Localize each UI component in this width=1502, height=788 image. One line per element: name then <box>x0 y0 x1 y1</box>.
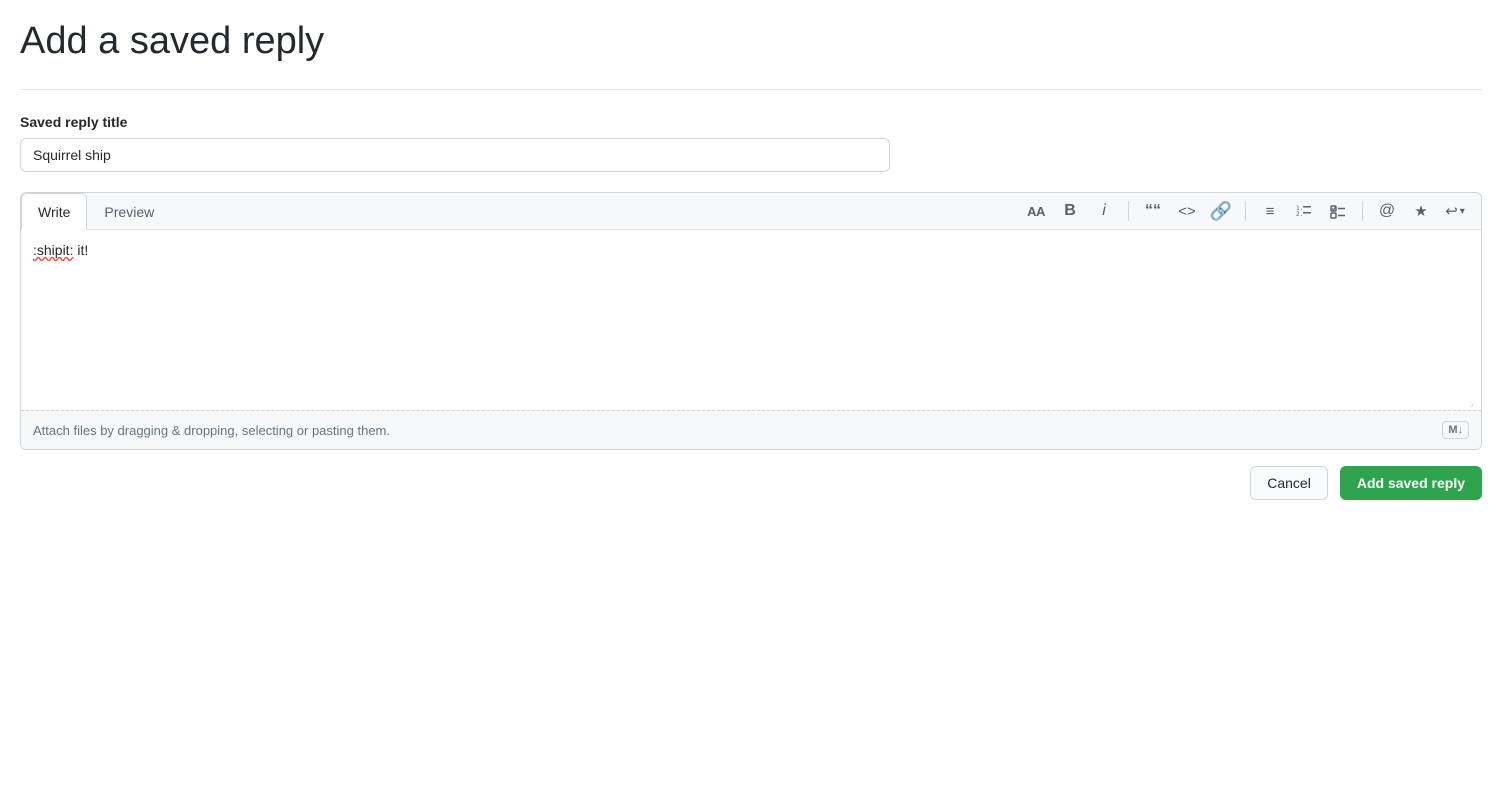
editor-toolbar: Write Preview AA B i ““ <> 🔗 ≡ 1. 2. <box>21 193 1481 230</box>
markdown-label: M↓ <box>1448 424 1463 436</box>
shipit-word: :shipit: <box>33 242 73 258</box>
content-rest: it! <box>73 242 88 258</box>
bold-icon[interactable]: B <box>1056 197 1084 225</box>
cancel-button[interactable]: Cancel <box>1250 466 1328 500</box>
tab-preview[interactable]: Preview <box>87 193 171 230</box>
code-icon[interactable]: <> <box>1173 197 1201 225</box>
bookmark-icon[interactable]: ★ <box>1407 197 1435 225</box>
markdown-badge: M↓ <box>1442 421 1469 439</box>
editor-content[interactable]: :shipit: it! <box>21 230 1481 410</box>
tab-group: Write Preview <box>21 193 171 229</box>
toolbar-divider-2 <box>1245 201 1246 221</box>
reply-icon[interactable]: ↩ <box>1441 197 1469 225</box>
mention-icon[interactable]: @ <box>1373 197 1401 225</box>
title-field-group: Saved reply title <box>20 114 1482 192</box>
page-title: Add a saved reply <box>20 20 1482 73</box>
section-divider <box>20 89 1482 90</box>
title-input[interactable] <box>20 138 890 172</box>
toolbar-divider-1 <box>1128 201 1129 221</box>
text-size-icon[interactable]: AA <box>1022 197 1050 225</box>
task-list-icon[interactable] <box>1324 197 1352 225</box>
title-label: Saved reply title <box>20 114 1482 130</box>
numbered-list-icon[interactable]: 1. 2. <box>1290 197 1318 225</box>
resize-handle[interactable]: ⌟ <box>1469 398 1479 408</box>
actions-row: Cancel Add saved reply <box>20 466 1482 500</box>
quote-icon[interactable]: ““ <box>1139 197 1167 225</box>
attach-hint: Attach files by dragging & dropping, sel… <box>33 423 390 438</box>
editor-container: Write Preview AA B i ““ <> 🔗 ≡ 1. 2. <box>20 192 1482 450</box>
toolbar-divider-3 <box>1362 201 1363 221</box>
svg-text:2.: 2. <box>1296 211 1303 218</box>
link-icon[interactable]: 🔗 <box>1207 197 1235 225</box>
bullet-list-icon[interactable]: ≡ <box>1256 197 1284 225</box>
editor-body: :shipit: it! ⌟ <box>21 230 1481 410</box>
italic-icon[interactable]: i <box>1090 197 1118 225</box>
submit-button[interactable]: Add saved reply <box>1340 466 1482 500</box>
toolbar-icons: AA B i ““ <> 🔗 ≡ 1. 2. <box>1022 197 1481 225</box>
tab-write[interactable]: Write <box>21 193 87 230</box>
attach-bar: Attach files by dragging & dropping, sel… <box>21 410 1481 449</box>
page-container: Add a saved reply Saved reply title Writ… <box>0 0 1502 520</box>
